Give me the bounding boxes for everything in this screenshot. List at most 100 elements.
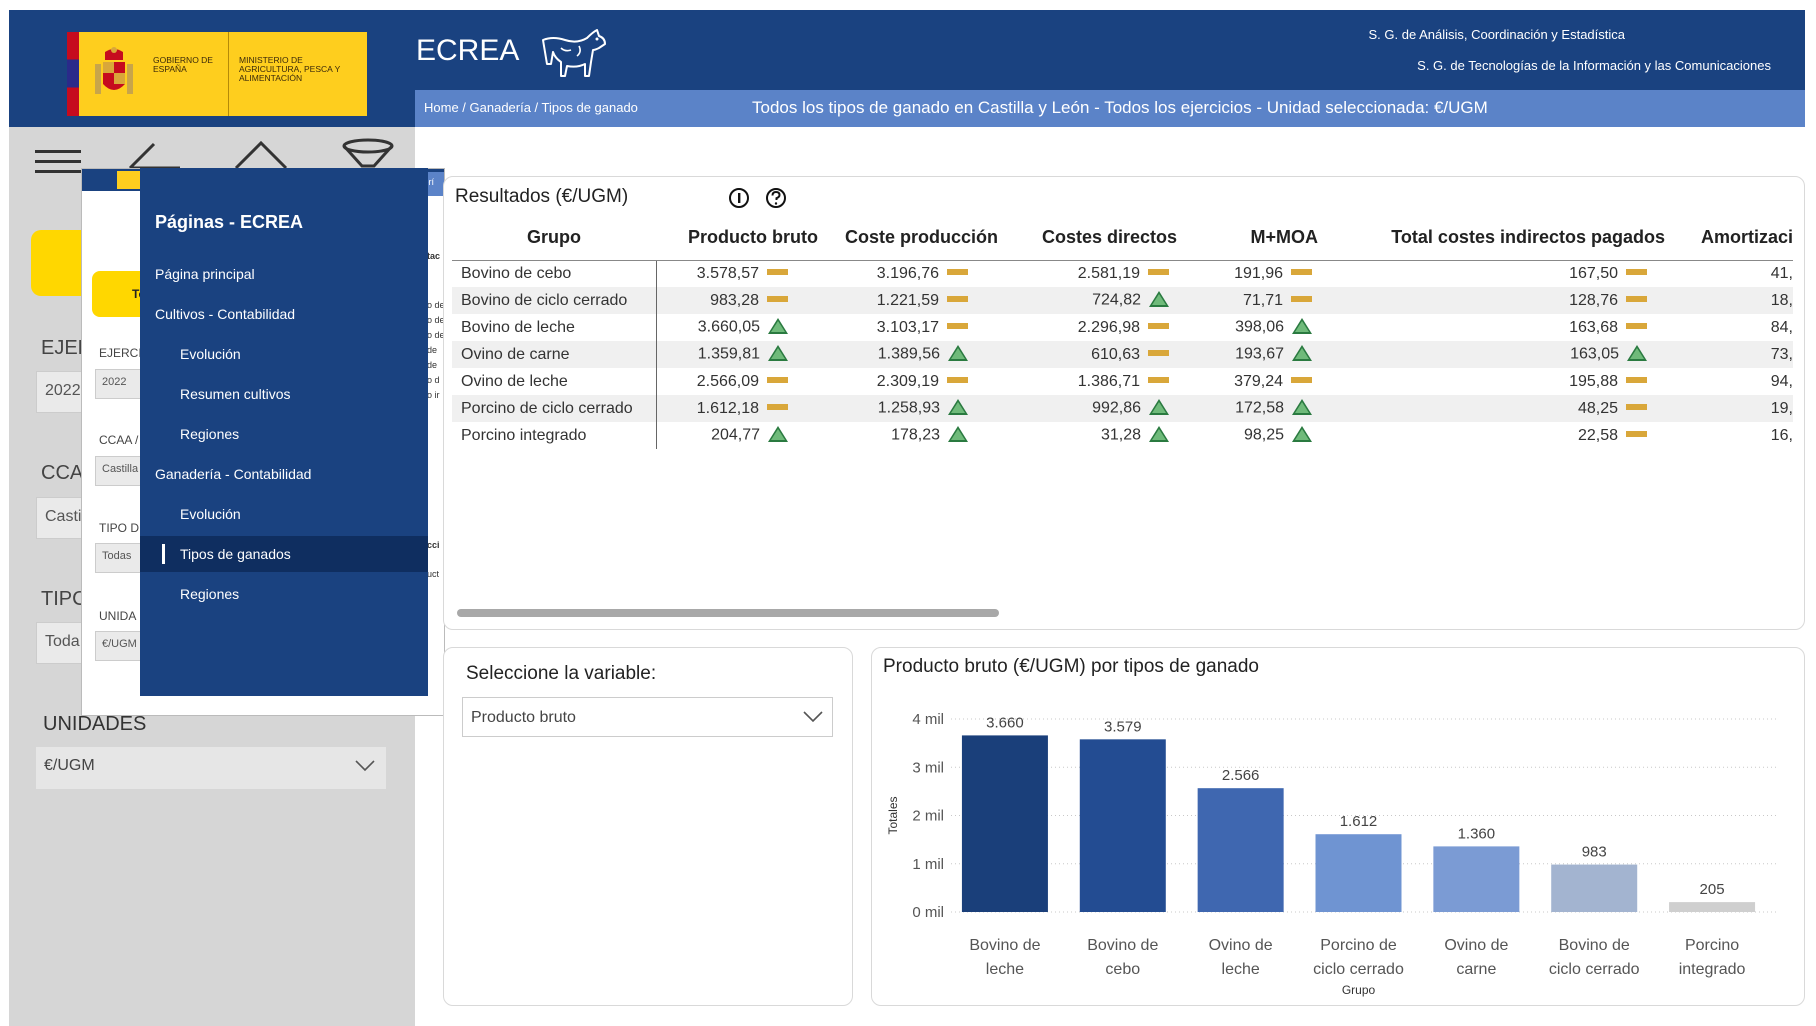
value-text: 163,68 xyxy=(1569,318,1618,336)
close-icon[interactable] xyxy=(98,208,124,234)
variable-dropdown[interactable]: Producto bruto xyxy=(462,697,833,737)
chevron-down-icon xyxy=(803,711,823,723)
variable-selector-title: Seleccione la variable: xyxy=(466,663,657,684)
menu-item[interactable]: Resumen cultivos xyxy=(140,376,428,412)
value-text: 379,24 xyxy=(1234,372,1283,390)
up-triangle-icon xyxy=(948,426,968,442)
hamburger-icon[interactable] xyxy=(33,138,83,178)
table-row[interactable]: Ovino de leche 2.566,09 2.309,19 1.386,71 37… xyxy=(452,368,1793,395)
value-text: 3.660,05 xyxy=(697,318,760,336)
value-text: 983,28 xyxy=(710,291,759,309)
sg-analisis-text: S. G. de Análisis, Coordinación y Estadí… xyxy=(1368,27,1625,42)
value-cell: 84, xyxy=(1677,314,1793,341)
menu-item[interactable]: Regiones xyxy=(140,416,428,452)
grupo-cell: Porcino de ciclo cerrado xyxy=(452,395,657,422)
column-header[interactable]: Grupo xyxy=(452,216,656,261)
bar-chart: 0 mil 1 mil 2 mil 3 mil 4 mil Totales 3.660 Bov… xyxy=(886,711,1776,997)
neutral-indicator-icon xyxy=(1148,376,1169,383)
value-text: 3.103,17 xyxy=(876,318,939,336)
data-label: 3.579 xyxy=(1104,718,1142,735)
value-cell: 178,23 xyxy=(822,422,1002,449)
value-cell: 3.103,17 xyxy=(822,314,1002,341)
value-text: 18, xyxy=(1770,291,1793,309)
value-text: 195,88 xyxy=(1569,372,1618,390)
value-text: 3.578,57 xyxy=(696,264,759,282)
table-row[interactable]: Ovino de carne 1.359,81 1.389,56 610,63 193,… xyxy=(452,341,1793,368)
value-text: 1.612,18 xyxy=(696,399,759,417)
context-summary: Todos los tipos de ganado en Castilla y … xyxy=(752,98,1488,117)
results-title: Resultados (€/UGM) xyxy=(455,186,629,207)
x-tick-label: integrado xyxy=(1679,961,1746,978)
up-triangle-icon xyxy=(1149,426,1169,442)
value-text: 1.389,56 xyxy=(877,345,940,363)
menu-item[interactable]: Regiones xyxy=(140,576,428,612)
value-cell: 2.296,98 xyxy=(1002,314,1199,341)
value-cell: 1.359,81 xyxy=(656,341,822,368)
table-row[interactable]: Bovino de leche 3.660,05 3.103,17 2.296,98 3… xyxy=(452,314,1793,341)
column-header[interactable]: M+MOA xyxy=(1199,216,1354,261)
value-text: 22,58 xyxy=(1577,426,1618,444)
table-row[interactable]: Bovino de ciclo cerrado 983,28 1.221,59 724… xyxy=(452,287,1793,314)
app-title: ECREA xyxy=(416,34,520,67)
coat-of-arms-icon xyxy=(79,32,149,116)
x-tick-label: leche xyxy=(986,961,1024,978)
y-axis-label: Totales xyxy=(886,796,900,834)
breadcrumb[interactable]: Home / Ganadería / Tipos de ganado xyxy=(424,100,638,115)
value-text: 19, xyxy=(1770,399,1793,417)
chevron-down-icon xyxy=(355,760,375,772)
ccaa-label: CCA xyxy=(41,462,84,484)
table-horizontal-scrollbar[interactable] xyxy=(457,609,999,617)
column-header[interactable]: Coste producción xyxy=(822,216,1002,261)
value-text: 94, xyxy=(1770,372,1793,390)
menu-item[interactable]: Evolución xyxy=(140,496,428,532)
grupo-cell: Bovino de leche xyxy=(452,314,657,341)
menu-item[interactable]: Página principal xyxy=(140,256,428,292)
bar xyxy=(961,735,1048,912)
value-cell: 172,58 xyxy=(1199,395,1354,422)
cow-icon xyxy=(542,29,606,77)
value-cell: 31,28 xyxy=(1002,422,1199,449)
value-text: 71,71 xyxy=(1242,291,1283,309)
value-cell: 73, xyxy=(1677,341,1793,368)
sg-tecnologias-text: S. G. de Tecnologías de la Información y… xyxy=(1417,58,1771,73)
value-text: 724,82 xyxy=(1092,291,1141,309)
menu-item[interactable]: Evolución xyxy=(140,336,428,372)
column-header[interactable]: Total costes indirectos pagados xyxy=(1354,216,1677,261)
neutral-indicator-icon xyxy=(767,295,788,302)
menu-item[interactable]: Tipos de ganados xyxy=(140,536,428,572)
x-tick-label: leche xyxy=(1222,961,1260,978)
value-cell: 2.581,19 xyxy=(1002,260,1199,287)
help-icon[interactable] xyxy=(765,187,787,209)
table-row[interactable]: Porcino integrado 204,77 178,23 31,28 98,25 2… xyxy=(452,422,1793,449)
value-cell: 48,25 xyxy=(1354,395,1677,422)
table-row[interactable]: Porcino de ciclo cerrado 1.612,18 1.258,93… xyxy=(452,395,1793,422)
value-text: 992,86 xyxy=(1092,399,1141,417)
value-text: 2.309,19 xyxy=(876,372,939,390)
unidades-dropdown[interactable]: €/UGM xyxy=(36,747,386,789)
value-text: 48,25 xyxy=(1577,399,1618,417)
menu-item[interactable]: Cultivos - Contabilidad xyxy=(140,296,428,332)
value-cell: 1.612,18 xyxy=(656,395,822,422)
y-tick-label: 4 mil xyxy=(912,711,944,728)
value-text: 167,50 xyxy=(1569,264,1618,282)
info-icon[interactable] xyxy=(728,187,750,209)
context-bar: Home / Ganadería / Tipos de ganado Todos… xyxy=(415,90,1805,127)
neutral-indicator-icon xyxy=(947,295,968,302)
chart-title: Producto bruto (€/UGM) por tipos de gana… xyxy=(883,656,1259,677)
bar xyxy=(1433,846,1520,912)
neutral-indicator-icon xyxy=(947,376,968,383)
column-header[interactable]: Costes directos xyxy=(1002,216,1199,261)
menu-item[interactable]: Ganadería - Contabilidad xyxy=(140,456,428,492)
value-text: 610,63 xyxy=(1091,345,1140,363)
value-text: 84, xyxy=(1770,318,1793,336)
column-header[interactable]: Amortizaci xyxy=(1677,216,1793,261)
x-tick-label: Porcino xyxy=(1685,937,1739,954)
value-text: 1.258,93 xyxy=(877,399,940,417)
value-text: 73, xyxy=(1770,345,1793,363)
column-header[interactable]: Producto bruto xyxy=(656,216,822,261)
y-tick-label: 1 mil xyxy=(912,856,944,873)
value-text: 1.386,71 xyxy=(1077,372,1140,390)
table-row[interactable]: Bovino de cebo 3.578,57 3.196,76 2.581,19 19… xyxy=(452,260,1793,287)
value-cell: 3.660,05 xyxy=(656,314,822,341)
up-triangle-icon xyxy=(768,345,788,361)
